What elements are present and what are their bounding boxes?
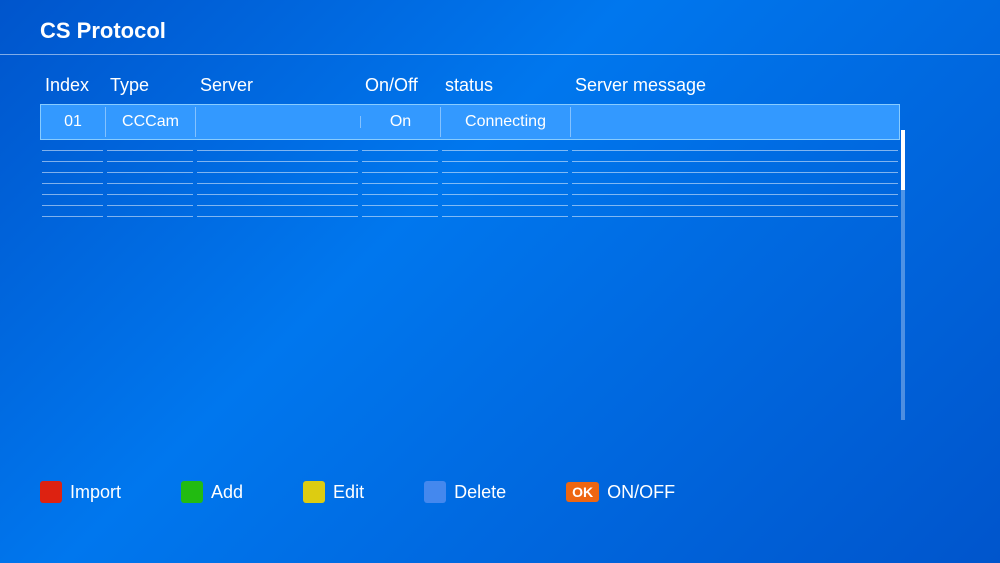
cell-message [571,116,899,128]
page-title: CS Protocol [40,18,166,43]
col-server: Server [195,75,360,96]
table-header: Index Type Server On/Off status Server m… [40,75,900,104]
cell-type: CCCam [106,107,196,137]
divider-row-3 [40,172,900,173]
col-message: Server message [570,75,900,96]
divider-row-4 [40,183,900,184]
edit-label: Edit [333,482,364,503]
import-button[interactable]: Import [40,481,121,503]
edit-button[interactable]: Edit [303,481,364,503]
col-onoff: On/Off [360,75,440,96]
add-button[interactable]: Add [181,481,243,503]
delete-button[interactable]: Delete [424,481,506,503]
delete-label: Delete [454,482,506,503]
main-content: Index Type Server On/Off status Server m… [0,55,1000,247]
divider-row-1 [40,150,900,151]
divider-row-6 [40,205,900,206]
blue-icon [424,481,446,503]
yellow-icon [303,481,325,503]
col-index: Index [40,75,105,96]
green-icon [181,481,203,503]
col-type: Type [105,75,195,96]
col-status: status [440,75,570,96]
table-row[interactable]: 01 CCCam On Connecting [40,104,900,140]
onoff-button[interactable]: OK ON/OFF [566,482,675,503]
cell-server [196,116,361,128]
divider-row-2 [40,161,900,162]
red-icon [40,481,62,503]
scrollbar-thumb [901,130,905,190]
divider-row-5 [40,194,900,195]
cell-status: Connecting [441,107,571,137]
import-label: Import [70,482,121,503]
scrollbar[interactable] [901,130,905,420]
cell-onoff: On [361,107,441,137]
table-wrapper: Index Type Server On/Off status Server m… [40,75,900,217]
divider-row-7 [40,216,900,217]
footer: Import Add Edit Delete OK ON/OFF [40,481,960,503]
title-bar: CS Protocol [0,0,1000,55]
cell-index: 01 [41,107,106,137]
ok-badge: OK [566,482,599,502]
onoff-label: ON/OFF [607,482,675,503]
add-label: Add [211,482,243,503]
